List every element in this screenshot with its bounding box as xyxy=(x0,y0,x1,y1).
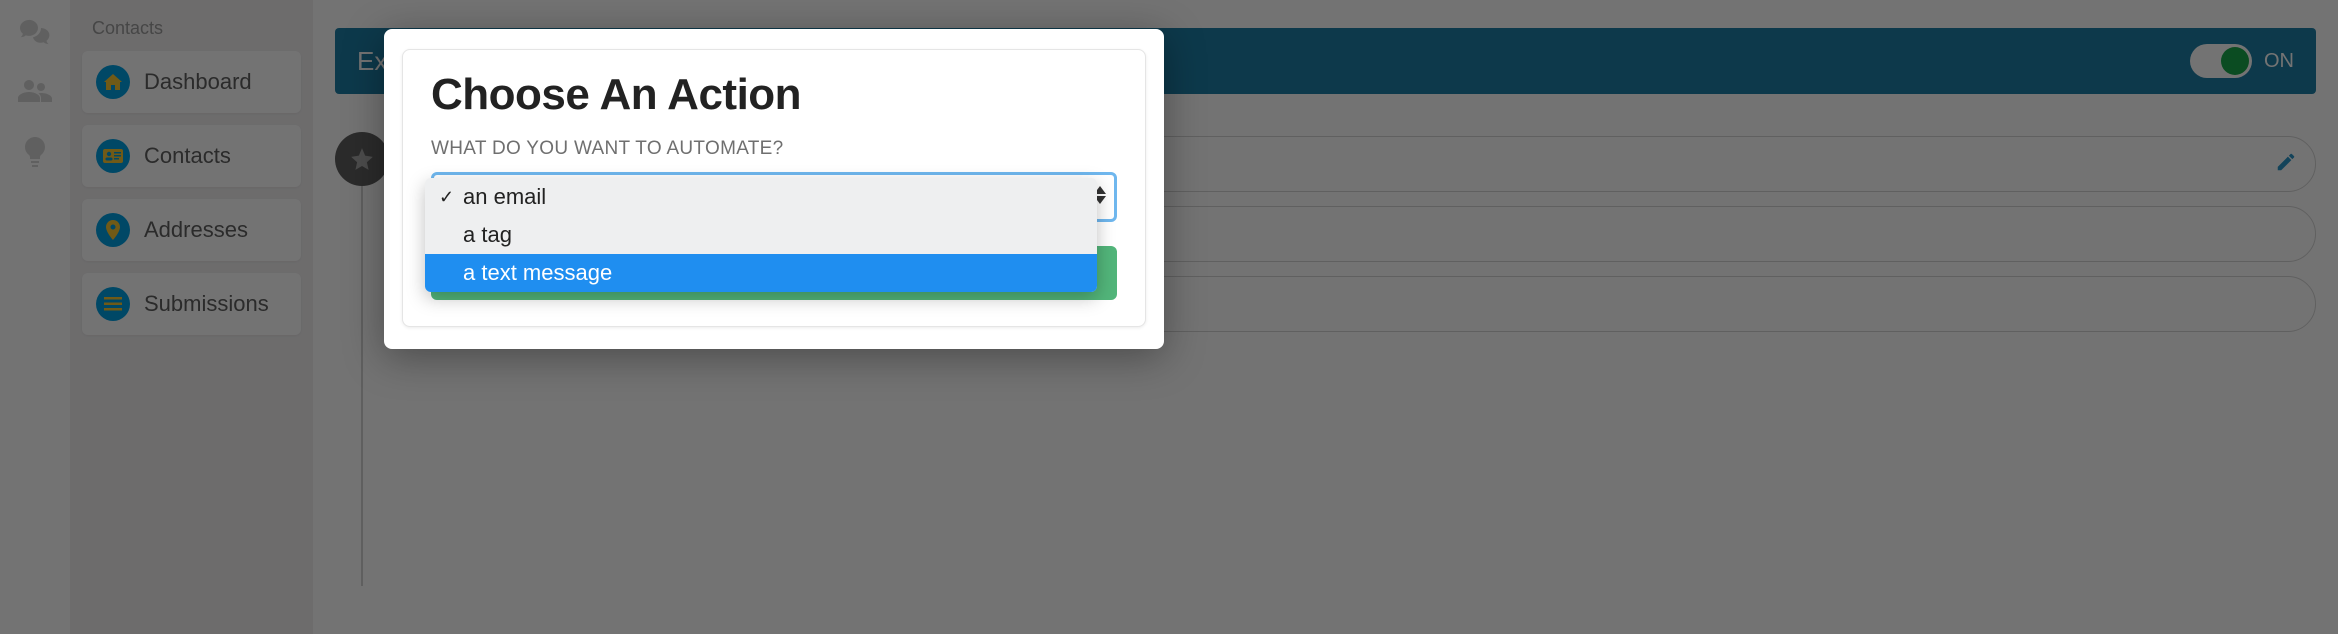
action-select[interactable]: an email a tag a text message xyxy=(431,172,1117,222)
dropdown-option-text-message[interactable]: a text message xyxy=(425,254,1097,292)
choose-action-modal: Choose An Action WHAT DO YOU WANT TO AUT… xyxy=(384,29,1164,349)
option-label: a text message xyxy=(463,260,612,286)
dropdown-option-email[interactable]: an email xyxy=(425,178,1097,216)
modal-title: Choose An Action xyxy=(431,70,1117,120)
dropdown-list: an email a tag a text message xyxy=(425,178,1097,292)
modal-backdrop[interactable] xyxy=(0,0,2338,634)
option-label: an email xyxy=(463,184,546,210)
dropdown-option-tag[interactable]: a tag xyxy=(425,216,1097,254)
option-label: a tag xyxy=(463,222,512,248)
modal-subtitle: WHAT DO YOU WANT TO AUTOMATE? xyxy=(431,138,1117,160)
modal-panel: Choose An Action WHAT DO YOU WANT TO AUT… xyxy=(402,49,1146,327)
